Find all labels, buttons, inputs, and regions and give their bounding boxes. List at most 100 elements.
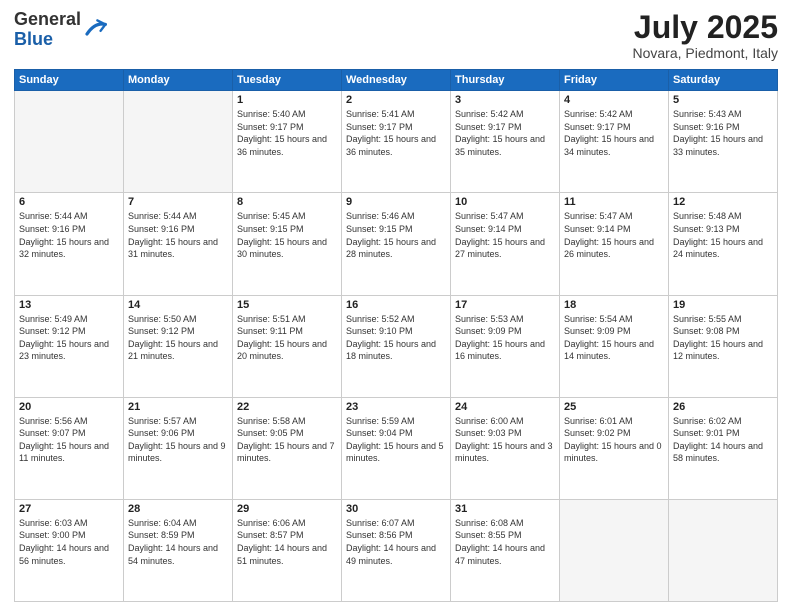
day-info: Sunrise: 5:58 AMSunset: 9:05 PMDaylight:… [237, 415, 337, 465]
weekday-header: Friday [560, 70, 669, 91]
calendar-week-row: 13 Sunrise: 5:49 AMSunset: 9:12 PMDayligh… [15, 295, 778, 397]
location: Novara, Piedmont, Italy [632, 45, 778, 61]
day-number: 25 [564, 401, 664, 413]
day-number: 14 [128, 299, 228, 311]
day-info: Sunrise: 5:47 AMSunset: 9:14 PMDaylight:… [455, 210, 555, 260]
title-section: July 2025 Novara, Piedmont, Italy [632, 10, 778, 61]
calendar-day-cell [124, 91, 233, 193]
day-number: 1 [237, 94, 337, 106]
weekday-header: Thursday [451, 70, 560, 91]
calendar-day-cell: 6Sunrise: 5:44 AMSunset: 9:16 PMDaylight… [15, 193, 124, 295]
calendar-day-cell: 28 Sunrise: 6:04 AMSunset: 8:59 PMDayligh… [124, 499, 233, 601]
day-number: 5 [673, 94, 773, 106]
month-title: July 2025 [632, 10, 778, 45]
logo-blue-text: Blue [14, 29, 53, 49]
calendar-day-cell: 25 Sunrise: 6:01 AMSunset: 9:02 PMDayligh… [560, 397, 669, 499]
day-number: 8 [237, 196, 337, 208]
day-info: Sunrise: 6:07 AMSunset: 8:56 PMDaylight:… [346, 517, 446, 567]
day-info: Sunrise: 6:06 AMSunset: 8:57 PMDaylight:… [237, 517, 337, 567]
calendar-day-cell: 23Sunrise: 5:59 AMSunset: 9:04 PMDayligh… [342, 397, 451, 499]
weekday-header: Saturday [669, 70, 778, 91]
day-number: 13 [19, 299, 119, 311]
day-info: Sunrise: 5:49 AMSunset: 9:12 PMDaylight:… [19, 313, 119, 363]
calendar-day-cell: 1 Sunrise: 5:40 AMSunset: 9:17 PMDaylight… [233, 91, 342, 193]
day-info: Sunrise: 6:08 AMSunset: 8:55 PMDaylight:… [455, 517, 555, 567]
logo: General Blue [14, 10, 107, 50]
day-number: 10 [455, 196, 555, 208]
day-number: 2 [346, 94, 446, 106]
day-number: 21 [128, 401, 228, 413]
day-info: Sunrise: 6:03 AMSunset: 9:00 PMDaylight:… [19, 517, 119, 567]
calendar-day-cell: 18 Sunrise: 5:54 AMSunset: 9:09 PMDayligh… [560, 295, 669, 397]
calendar-day-cell: 30 Sunrise: 6:07 AMSunset: 8:56 PMDayligh… [342, 499, 451, 601]
calendar-day-cell: 10 Sunrise: 5:47 AMSunset: 9:14 PMDayligh… [451, 193, 560, 295]
day-info: Sunrise: 5:46 AMSunset: 9:15 PMDaylight:… [346, 210, 446, 260]
page: General Blue July 2025 Novara, Piedmont,… [0, 0, 792, 612]
calendar-day-cell: 7Sunrise: 5:44 AMSunset: 9:16 PMDaylight… [124, 193, 233, 295]
calendar-day-cell: 31 Sunrise: 6:08 AMSunset: 8:55 PMDayligh… [451, 499, 560, 601]
day-number: 16 [346, 299, 446, 311]
day-info: Sunrise: 5:42 AMSunset: 9:17 PMDaylight:… [455, 108, 555, 158]
calendar-day-cell: 29Sunrise: 6:06 AMSunset: 8:57 PMDayligh… [233, 499, 342, 601]
day-info: Sunrise: 6:04 AMSunset: 8:59 PMDaylight:… [128, 517, 228, 567]
calendar-day-cell: 19Sunrise: 5:55 AMSunset: 9:08 PMDayligh… [669, 295, 778, 397]
calendar-day-cell: 26 Sunrise: 6:02 AMSunset: 9:01 PMDayligh… [669, 397, 778, 499]
calendar-header-row: SundayMondayTuesdayWednesdayThursdayFrid… [15, 70, 778, 91]
calendar-day-cell: 20 Sunrise: 5:56 AMSunset: 9:07 PMDayligh… [15, 397, 124, 499]
day-info: Sunrise: 5:43 AMSunset: 9:16 PMDaylight:… [673, 108, 773, 158]
calendar-day-cell [15, 91, 124, 193]
weekday-header: Sunday [15, 70, 124, 91]
calendar-day-cell [560, 499, 669, 601]
calendar-week-row: 1 Sunrise: 5:40 AMSunset: 9:17 PMDaylight… [15, 91, 778, 193]
day-info: Sunrise: 5:45 AMSunset: 9:15 PMDaylight:… [237, 210, 337, 260]
day-info: Sunrise: 5:42 AMSunset: 9:17 PMDaylight:… [564, 108, 664, 158]
day-number: 30 [346, 503, 446, 515]
header: General Blue July 2025 Novara, Piedmont,… [14, 10, 778, 61]
calendar-day-cell: 22 Sunrise: 5:58 AMSunset: 9:05 PMDayligh… [233, 397, 342, 499]
day-number: 18 [564, 299, 664, 311]
day-info: Sunrise: 5:44 AMSunset: 9:16 PMDaylight:… [19, 210, 119, 260]
day-number: 11 [564, 196, 664, 208]
calendar-day-cell: 14Sunrise: 5:50 AMSunset: 9:12 PMDayligh… [124, 295, 233, 397]
calendar-day-cell: 27 Sunrise: 6:03 AMSunset: 9:00 PMDayligh… [15, 499, 124, 601]
calendar-day-cell: 12Sunrise: 5:48 AMSunset: 9:13 PMDayligh… [669, 193, 778, 295]
calendar-day-cell: 17 Sunrise: 5:53 AMSunset: 9:09 PMDayligh… [451, 295, 560, 397]
day-info: Sunrise: 5:54 AMSunset: 9:09 PMDaylight:… [564, 313, 664, 363]
day-info: Sunrise: 5:53 AMSunset: 9:09 PMDaylight:… [455, 313, 555, 363]
weekday-header: Monday [124, 70, 233, 91]
day-number: 15 [237, 299, 337, 311]
day-number: 9 [346, 196, 446, 208]
calendar-week-row: 20 Sunrise: 5:56 AMSunset: 9:07 PMDayligh… [15, 397, 778, 499]
day-info: Sunrise: 5:57 AMSunset: 9:06 PMDaylight:… [128, 415, 228, 465]
day-number: 4 [564, 94, 664, 106]
weekday-header: Wednesday [342, 70, 451, 91]
day-info: Sunrise: 6:02 AMSunset: 9:01 PMDaylight:… [673, 415, 773, 465]
logo-icon [83, 18, 107, 42]
calendar-day-cell: 2Sunrise: 5:41 AMSunset: 9:17 PMDaylight… [342, 91, 451, 193]
calendar-day-cell: 21 Sunrise: 5:57 AMSunset: 9:06 PMDayligh… [124, 397, 233, 499]
day-number: 12 [673, 196, 773, 208]
day-info: Sunrise: 5:40 AMSunset: 9:17 PMDaylight:… [237, 108, 337, 158]
calendar-day-cell: 5 Sunrise: 5:43 AMSunset: 9:16 PMDaylight… [669, 91, 778, 193]
day-number: 31 [455, 503, 555, 515]
weekday-header: Tuesday [233, 70, 342, 91]
day-info: Sunrise: 6:01 AMSunset: 9:02 PMDaylight:… [564, 415, 664, 465]
calendar-day-cell: 3 Sunrise: 5:42 AMSunset: 9:17 PMDaylight… [451, 91, 560, 193]
day-number: 22 [237, 401, 337, 413]
day-info: Sunrise: 5:56 AMSunset: 9:07 PMDaylight:… [19, 415, 119, 465]
day-number: 20 [19, 401, 119, 413]
day-info: Sunrise: 5:52 AMSunset: 9:10 PMDaylight:… [346, 313, 446, 363]
day-info: Sunrise: 5:44 AMSunset: 9:16 PMDaylight:… [128, 210, 228, 260]
day-number: 19 [673, 299, 773, 311]
calendar-day-cell: 9 Sunrise: 5:46 AMSunset: 9:15 PMDaylight… [342, 193, 451, 295]
day-number: 26 [673, 401, 773, 413]
day-number: 17 [455, 299, 555, 311]
day-number: 24 [455, 401, 555, 413]
day-number: 3 [455, 94, 555, 106]
day-info: Sunrise: 5:59 AMSunset: 9:04 PMDaylight:… [346, 415, 446, 465]
day-info: Sunrise: 5:51 AMSunset: 9:11 PMDaylight:… [237, 313, 337, 363]
calendar-table: SundayMondayTuesdayWednesdayThursdayFrid… [14, 69, 778, 602]
calendar-day-cell: 15 Sunrise: 5:51 AMSunset: 9:11 PMDayligh… [233, 295, 342, 397]
day-number: 28 [128, 503, 228, 515]
day-number: 27 [19, 503, 119, 515]
